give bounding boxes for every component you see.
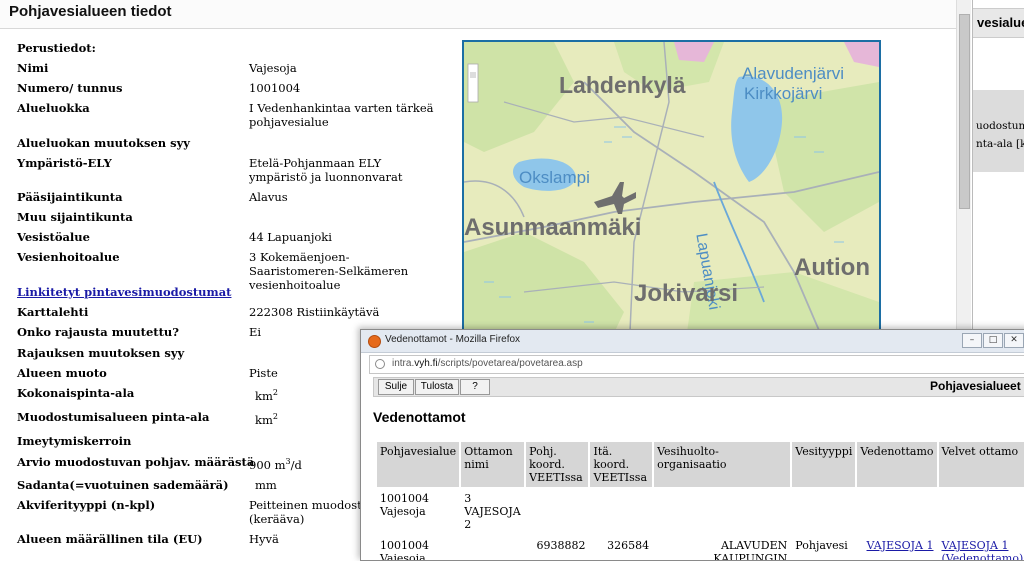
field-label: Arvio muodostuvan pohjav. määrästä (17, 455, 247, 469)
field-value: Vajesoja (249, 61, 434, 75)
table-row: 1001004 Vajesoja 6938882 326584 ALAVUDEN… (377, 536, 1024, 561)
field-label: Akviferityyppi (n-kpl) (17, 498, 247, 512)
field-label: Rajauksen muutoksen syy (17, 346, 247, 360)
background-text: uodostum (976, 120, 1024, 132)
print-button[interactable]: Tulosta (415, 379, 459, 395)
cell-org (654, 489, 790, 534)
cell-obligated (939, 489, 1024, 534)
field-label: Muodostumisalueen pinta-ala (17, 410, 247, 424)
field-value: Alavus (249, 190, 434, 204)
column-header: Vedenottamo (857, 442, 936, 487)
map-label: Lahdenkylä (559, 72, 686, 99)
column-header: Velvet ottamo (939, 442, 1024, 487)
field-label: Imeytymiskerroin (17, 434, 247, 448)
popup-heading: Vedenottamot (373, 409, 466, 425)
field-label: Onko rajausta muutettu? (17, 325, 247, 339)
location-map[interactable]: Lahdenkylä Alavudenjärvi Kirkkojärvi Oks… (462, 40, 881, 356)
field-value: Etelä-Pohjanmaan ELY ympäristö ja luonno… (249, 156, 434, 184)
cell-name: 3 VAJESOJA 2 (461, 489, 524, 534)
cell-area: 1001004 Vajesoja (377, 489, 459, 534)
field-label: Alueen muoto (17, 366, 247, 380)
table-header-row: Pohjavesialue Ottamon nimi Pohj. koord. … (377, 442, 1024, 487)
cell-type: Pohjavesi (792, 536, 855, 561)
background-header: vesialue (973, 8, 1024, 38)
field-value: 222308 Ristiinkäytävä (249, 305, 434, 319)
field-label: Pääsijaintikunta (17, 190, 247, 204)
popup-title-bar[interactable]: Vedenottamot - Mozilla Firefox – □ ✕ (361, 330, 1024, 353)
volume-text: 900 m (249, 458, 286, 472)
unit-superscript: 2 (273, 388, 278, 397)
url-path: /scripts/povetarea/povetarea.asp (438, 358, 583, 369)
map-label: Asunmaanmäki (464, 214, 641, 242)
field-label: Kokonaispinta-ala (17, 386, 247, 400)
section-label: Perustiedot: (17, 41, 247, 55)
column-header: Itä. koord. VEETIssa (590, 442, 652, 487)
field-label: Muu sijaintikunta (17, 210, 247, 224)
cell-east (590, 489, 652, 534)
linked-surface-waters-link[interactable]: Linkitetyt pintavesimuodostumat (17, 285, 247, 299)
field-value: 44 Lapuanjoki (249, 230, 434, 244)
map-label: Kirkkojärvi (744, 84, 822, 104)
close-button[interactable]: Sulje (378, 379, 414, 395)
field-value: I Vedenhankintaa varten tärkeä pohjavesi… (249, 101, 434, 129)
map-label: Aution (794, 254, 870, 282)
unit-text: km (255, 389, 273, 403)
minimize-icon[interactable]: – (962, 333, 982, 348)
field-label: Karttalehti (17, 305, 247, 319)
field-label: Alueluokka (17, 101, 247, 115)
field-label: Vesistöalue (17, 230, 247, 244)
cell-intake (857, 489, 936, 534)
obligated-intake-link[interactable]: VAJESOJA 1 (Vedenottamo) (942, 539, 1024, 561)
url-bar[interactable]: intra.vyh.fi/scripts/povetarea/povetarea… (369, 355, 1024, 374)
unit-text: /d (291, 458, 302, 472)
url-host: vyh.fi (414, 358, 437, 369)
field-label: Alueen määrällinen tila (EU) (17, 532, 247, 546)
cell-north: 6938882 (526, 536, 588, 561)
page-title: Pohjavesialueen tiedot (9, 3, 172, 20)
background-header-text: vesialue (977, 15, 1024, 30)
field-label: Vesienhoitoalue (17, 250, 247, 264)
field-label: Sadanta(=vuotuinen sademäärä) (17, 478, 247, 492)
field-label: Ympäristö-ELY (17, 156, 247, 170)
url-prefix: intra. (392, 358, 414, 369)
map-label: Alavudenjärvi (742, 64, 844, 84)
firefox-popup-window[interactable]: Vedenottamot - Mozilla Firefox – □ ✕ int… (360, 329, 1024, 561)
cell-east: 326584 (590, 536, 652, 561)
field-label: Alueluokan muutoksen syy (17, 136, 247, 150)
firefox-icon (368, 335, 381, 348)
map-label: Okslampi (519, 168, 590, 188)
popup-window-title: Vedenottamot - Mozilla Firefox (385, 334, 520, 345)
main-title-bar: Pohjavesialueen tiedot (0, 0, 958, 29)
column-header: Vesityyppi (792, 442, 855, 487)
close-icon[interactable]: ✕ (1004, 333, 1024, 348)
globe-icon (375, 359, 385, 369)
cell-type (792, 489, 855, 534)
cell-org: ALAVUDEN KAUPUNGIN VESIHUOLTOLAITOS (654, 536, 790, 561)
cell-name (461, 536, 524, 561)
field-value: 3 Kokemäenjoen-Saaristomeren-Selkämeren … (249, 250, 434, 292)
cell-north (526, 489, 588, 534)
scrollbar-thumb[interactable] (959, 14, 970, 209)
field-label: Numero/ tunnus (17, 81, 247, 95)
popup-toolbar: Sulje Tulosta ? Pohjavesialueet (373, 377, 1024, 397)
map-label: Jokivarsi (634, 280, 738, 308)
url-text[interactable]: intra.vyh.fi/scripts/povetarea/povetarea… (392, 358, 583, 369)
help-button[interactable]: ? (460, 379, 490, 395)
intake-link[interactable]: VAJESOJA 1 (867, 539, 934, 552)
water-intakes-table: Pohjavesialue Ottamon nimi Pohj. koord. … (375, 440, 1024, 561)
cell-area: 1001004 Vajesoja (377, 536, 459, 561)
unit-text: km (255, 413, 273, 427)
unit-superscript: 2 (273, 412, 278, 421)
column-header: Pohjavesialue (377, 442, 459, 487)
column-header: Vesihuolto-organisaatio (654, 442, 790, 487)
background-text: nta-ala [kr (976, 138, 1024, 150)
background-box: uodostum nta-ala [kr (973, 90, 1024, 172)
column-header: Ottamon nimi (461, 442, 524, 487)
maximize-icon[interactable]: □ (983, 333, 1003, 348)
popup-page-title: Pohjavesialueet (930, 379, 1021, 393)
field-label: Nimi (17, 61, 247, 75)
field-value: 1001004 (249, 81, 434, 95)
table-row: 1001004 Vajesoja 3 VAJESOJA 2 (377, 489, 1024, 534)
column-header: Pohj. koord. VEETIssa (526, 442, 588, 487)
